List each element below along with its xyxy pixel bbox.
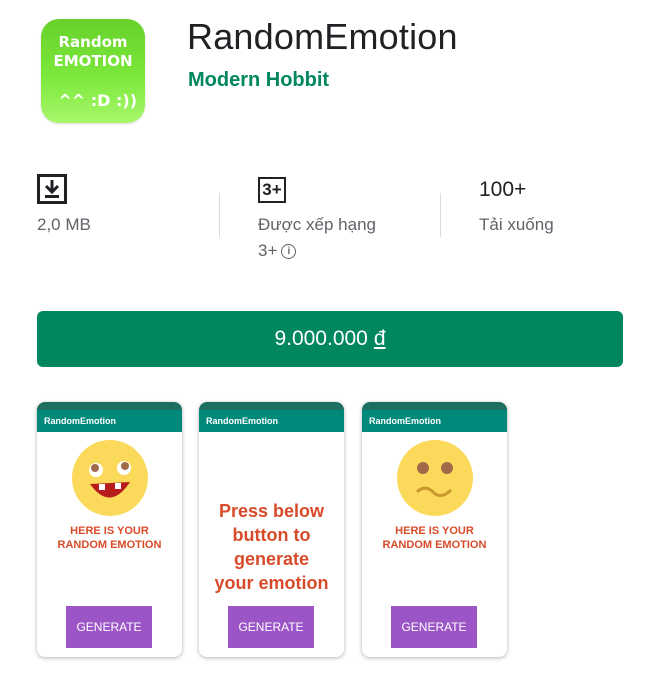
app-icon-text-line3: ^^ :D :)): [58, 91, 137, 110]
message-line: your emotion: [214, 573, 329, 593]
generate-button: GENERATE: [391, 606, 477, 648]
app-icon-text-line1: Random: [58, 33, 128, 51]
message-line: generate: [233, 549, 310, 569]
generate-button: GENERATE: [228, 606, 314, 648]
divider: [219, 193, 220, 237]
status-bar: [37, 402, 182, 410]
message-line: HERE IS YOUR: [70, 525, 149, 537]
stat-downloads: 100+ Tải xuống: [479, 174, 554, 238]
confused-face-icon: [397, 440, 473, 516]
download-icon: [37, 174, 91, 206]
screenshot-1[interactable]: RandomEmotion HERE IS YOUR RANDOM EMOTIO…: [37, 402, 182, 657]
screenshot-2[interactable]: RandomEmotion Press below button to gene…: [199, 402, 344, 657]
emotion-message: HERE IS YOUR RANDOM EMOTION: [362, 524, 507, 552]
instruction-message: Press below button to generate your emot…: [199, 499, 344, 595]
message-line: RANDOM EMOTION: [382, 539, 487, 551]
screenshot-app-bar: RandomEmotion: [37, 410, 182, 432]
divider: [440, 193, 441, 237]
screenshot-app-bar: RandomEmotion: [362, 410, 507, 432]
stat-size: 2,0 MB: [37, 174, 91, 238]
stat-rating[interactable]: 3+ Được xếp hạng 3+ i: [258, 174, 376, 264]
message-line: HERE IS YOUR: [395, 525, 474, 537]
rating-value: 3+: [258, 241, 278, 260]
downloads-label: Tải xuống: [479, 215, 554, 234]
developer-link[interactable]: Modern Hobbit: [188, 69, 329, 92]
price-value: 9.000.000: [274, 327, 368, 350]
status-bar: [362, 402, 507, 410]
message-line: Press below: [218, 501, 325, 521]
screenshot-app-bar: RandomEmotion: [199, 410, 344, 432]
size-value: 2,0 MB: [37, 215, 91, 234]
emotion-message: HERE IS YOUR RANDOM EMOTION: [37, 524, 182, 552]
downloads-count: 100+: [479, 178, 527, 201]
info-icon[interactable]: i: [281, 244, 297, 260]
screenshot-3[interactable]: RandomEmotion HERE IS YOUR RANDOM EMOTIO…: [362, 402, 507, 657]
app-title: RandomEmotion: [187, 16, 458, 57]
content-rating-badge: 3+: [258, 177, 286, 203]
message-line: button to: [232, 525, 311, 545]
laughing-face-icon: [72, 440, 148, 516]
generate-button: GENERATE: [66, 606, 152, 648]
rating-label: Được xếp hạng: [258, 215, 376, 234]
app-icon-text-line2: EMOTION: [53, 52, 133, 70]
status-bar: [199, 402, 344, 410]
app-icon: Random EMOTION ^^ :D :)): [41, 19, 145, 123]
message-line: RANDOM EMOTION: [57, 539, 162, 551]
buy-button[interactable]: 9.000.000 đ: [37, 311, 623, 367]
price-currency: đ: [373, 327, 386, 350]
